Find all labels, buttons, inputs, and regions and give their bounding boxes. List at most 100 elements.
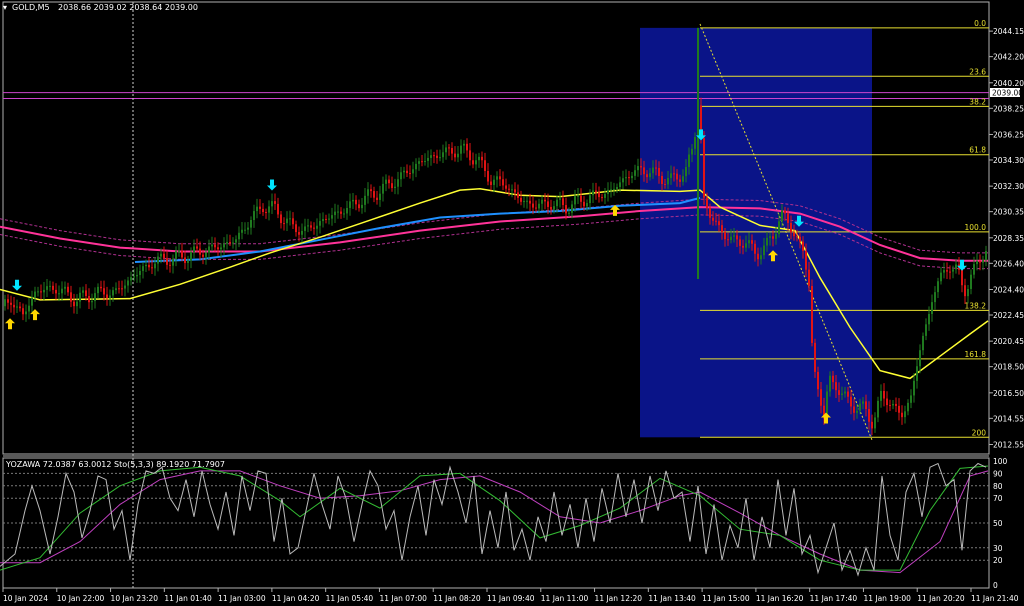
time-tick-label: 11 Jan 11:00 [541, 594, 589, 603]
bear-candle [895, 403, 897, 406]
bull-candle [556, 199, 558, 207]
bull-candle [937, 281, 939, 293]
bear-candle [886, 398, 888, 406]
bear-candle [832, 375, 834, 383]
bear-candle [532, 203, 534, 208]
bull-candle [445, 147, 447, 153]
bull-candle [778, 221, 780, 235]
bear-candle [721, 225, 723, 232]
bull-candle [841, 393, 843, 395]
bull-candle [694, 137, 696, 149]
bull-candle [76, 301, 78, 307]
bear-candle [646, 174, 648, 178]
bear-candle [673, 173, 675, 175]
bull-candle [940, 272, 942, 282]
bull-candle [526, 200, 528, 202]
bull-candle [967, 288, 969, 297]
bull-candle [307, 225, 309, 227]
bear-candle [355, 199, 357, 205]
bear-candle [964, 285, 966, 297]
bear-candle [598, 192, 600, 198]
bull-candle [496, 176, 498, 180]
bear-candle [820, 389, 822, 406]
bear-candle [472, 160, 474, 165]
bull-candle [616, 186, 618, 190]
fib-level-label: 0.0 [974, 19, 986, 28]
bull-candle [46, 286, 48, 290]
bull-candle [205, 252, 207, 257]
fib-level-label: 200 [972, 428, 987, 437]
oscillator-tick-label: 50 [993, 519, 1003, 528]
fib-level-label: 161.8 [965, 350, 987, 359]
bull-candle [334, 211, 336, 216]
bull-candle [844, 391, 846, 394]
bull-candle [892, 403, 894, 406]
bull-candle [748, 240, 750, 244]
bear-candle [259, 206, 261, 209]
bear-candle [562, 198, 564, 206]
time-tick-label: 11 Jan 17:40 [810, 594, 858, 603]
bull-candle [127, 280, 129, 286]
header-dropdown-icon[interactable]: ▾ [3, 3, 7, 12]
bear-candle [181, 250, 183, 258]
bull-candle [232, 242, 234, 244]
bull-candle [970, 274, 972, 289]
bear-candle [406, 170, 408, 174]
bull-candle [652, 167, 654, 174]
bear-candle [325, 218, 327, 220]
bull-candle [862, 401, 864, 404]
bull-candle [586, 203, 588, 207]
price-tick-label: 2038.25 [993, 104, 1024, 113]
bull-candle [223, 243, 225, 248]
trading-chart[interactable]: 0.023.638.261.8100.0138.2161.8200 2044.1… [0, 0, 1024, 606]
bull-candle [175, 251, 177, 259]
bull-candle [418, 161, 420, 164]
bull-candle [631, 175, 633, 179]
bull-candle [94, 293, 96, 302]
bear-candle [706, 197, 708, 208]
bull-candle [955, 264, 957, 270]
bull-candle [124, 285, 126, 289]
bear-candle [727, 239, 729, 241]
bull-candle [115, 288, 117, 291]
bull-candle [634, 170, 636, 176]
bear-candle [640, 166, 642, 168]
bear-candle [298, 232, 300, 235]
bull-candle [607, 189, 609, 194]
bear-candle [946, 270, 948, 272]
bear-candle [901, 412, 903, 418]
price-tick-label: 2012.55 [993, 440, 1024, 449]
bull-candle [523, 201, 525, 203]
bull-candle [592, 190, 594, 196]
bull-candle [412, 169, 414, 174]
bear-candle [724, 231, 726, 240]
bear-candle [40, 291, 42, 293]
bull-candle [874, 417, 876, 429]
bull-candle [364, 195, 366, 205]
bull-candle [916, 366, 918, 381]
bull-candle [877, 400, 879, 418]
bull-candle [361, 204, 363, 209]
bull-candle [457, 153, 459, 158]
bull-candle [322, 218, 324, 222]
bear-candle [661, 175, 663, 185]
bull-candle [985, 251, 987, 261]
oscillator-tick-label: 100 [993, 457, 1008, 466]
bull-candle [31, 297, 33, 306]
bull-candle [211, 244, 213, 247]
bull-candle [133, 276, 135, 278]
bear-candle [70, 292, 72, 302]
bull-candle [670, 173, 672, 178]
bull-candle [541, 199, 543, 204]
bull-candle [973, 264, 975, 275]
bull-candle [316, 225, 318, 229]
bull-candle [766, 237, 768, 246]
bull-candle [649, 173, 651, 178]
bull-candle [913, 380, 915, 396]
price-tick-label: 2020.45 [993, 337, 1024, 346]
bear-candle [676, 173, 678, 180]
bear-candle [421, 161, 423, 163]
bear-candle [484, 160, 486, 171]
bear-candle [274, 201, 276, 204]
bull-candle [430, 155, 432, 158]
